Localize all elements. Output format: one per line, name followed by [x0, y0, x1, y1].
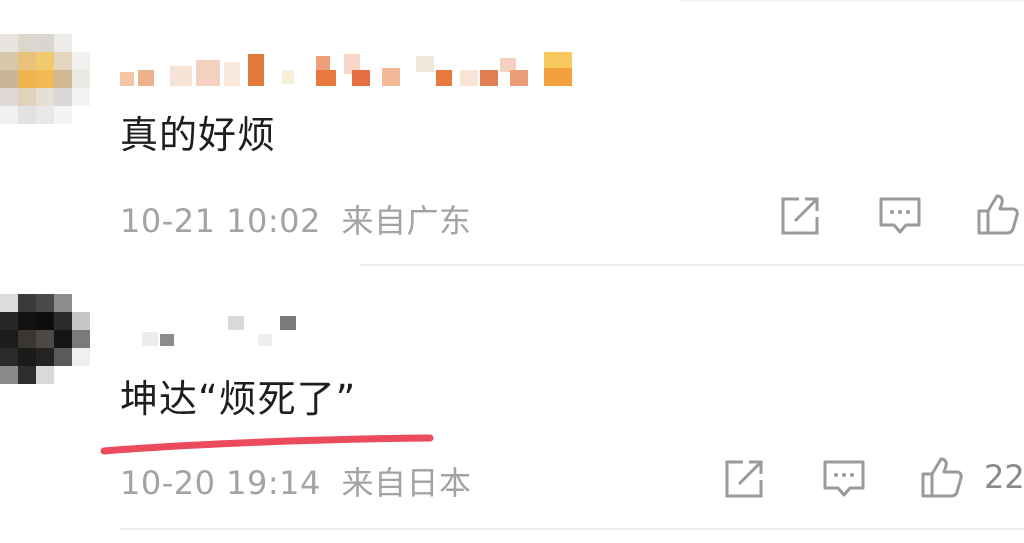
share-icon [725, 460, 763, 498]
comment-item: 坤达“烦死了” 10-20 19:14 来自日本 22 [0, 266, 1024, 543]
comment-button[interactable] [822, 457, 866, 501]
comment-item: 真的好烦 10-21 10:02 来自广东 [0, 0, 1024, 265]
like-button[interactable] [976, 192, 1020, 236]
username-redacted[interactable] [120, 310, 320, 350]
like-button[interactable] [920, 455, 964, 499]
share-icon [781, 197, 819, 235]
comment-text: 真的好烦 [120, 113, 277, 157]
avatar[interactable] [0, 294, 92, 434]
comment-feed: 真的好烦 10-21 10:02 来自广东 坤达“烦死了” 10-20 19:1… [0, 0, 1024, 543]
like-icon [921, 457, 963, 498]
comment-icon [879, 197, 921, 234]
comment-divider [120, 528, 1024, 530]
avatar[interactable] [0, 34, 92, 174]
like-icon [977, 194, 1019, 235]
comment-time: 10-20 19:14 [120, 464, 321, 502]
comment-meta: 10-21 10:02 来自广东 [120, 196, 472, 242]
comment-location: 来自日本 [341, 464, 472, 502]
comment-text: 坤达“烦死了” [120, 377, 357, 421]
annotation-underline [100, 434, 434, 455]
comment-time: 10-21 10:02 [120, 202, 321, 240]
comment-icon [823, 460, 865, 497]
share-button[interactable] [778, 194, 822, 238]
comment-location: 来自广东 [341, 202, 472, 240]
username-redacted[interactable] [120, 50, 590, 90]
like-count: 22 [984, 458, 1024, 496]
comment-meta: 10-20 19:14 来自日本 [120, 458, 472, 504]
share-button[interactable] [722, 457, 766, 501]
comment-button[interactable] [878, 194, 922, 238]
